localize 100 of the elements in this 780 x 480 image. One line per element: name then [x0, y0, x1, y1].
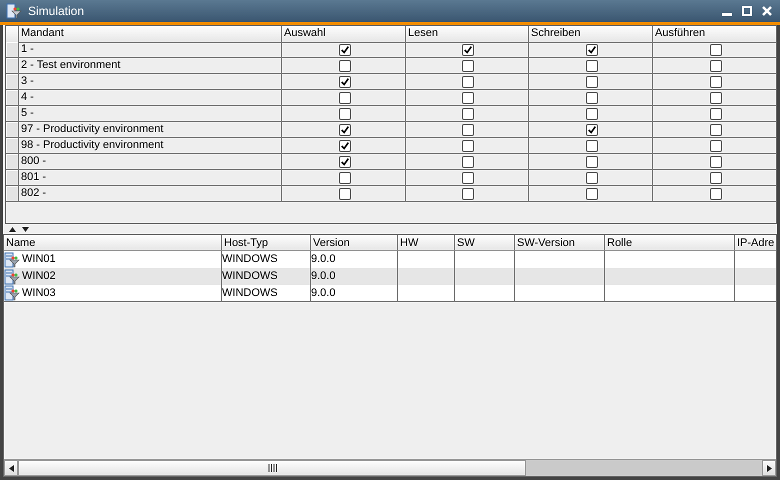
- checkbox[interactable]: [338, 76, 350, 88]
- table-cell: 9.0.0: [311, 251, 398, 268]
- right-arrow-icon: [766, 464, 772, 472]
- checkbox[interactable]: [710, 92, 722, 104]
- checkbox[interactable]: [338, 108, 350, 120]
- checkbox[interactable]: [462, 124, 474, 136]
- table-cell: 98 - Productivity environment: [19, 138, 282, 154]
- table-cell: WINDOWS: [222, 285, 311, 302]
- window-title: Simulation: [28, 4, 84, 18]
- table-cell: 5 -: [19, 106, 282, 122]
- table-cell-text: WIN03: [22, 286, 56, 300]
- column-header[interactable]: Lesen: [406, 26, 529, 43]
- collapse-up-icon[interactable]: [9, 226, 16, 232]
- scroll-left-button[interactable]: [4, 460, 18, 476]
- checkbox[interactable]: [710, 60, 722, 72]
- table-cell: [455, 285, 515, 302]
- row-header[interactable]: [6, 106, 19, 122]
- checkbox[interactable]: [462, 108, 474, 120]
- checkbox[interactable]: [586, 124, 598, 136]
- checkbox[interactable]: [462, 44, 474, 56]
- row-header[interactable]: [6, 138, 19, 154]
- table-cell: WINDOWS: [222, 251, 311, 268]
- checkbox[interactable]: [710, 108, 722, 120]
- column-header[interactable]: Ausführen: [653, 26, 776, 43]
- table-cell: 801 -: [19, 170, 282, 186]
- checkbox[interactable]: [338, 124, 350, 136]
- column-header[interactable]: Mandant: [19, 26, 282, 43]
- column-header[interactable]: Schreiben: [529, 26, 653, 43]
- checkbox[interactable]: [586, 140, 598, 152]
- checkbox[interactable]: [586, 188, 598, 200]
- checkbox[interactable]: [462, 92, 474, 104]
- grip-icon: [268, 464, 276, 472]
- checkbox[interactable]: [462, 172, 474, 184]
- checkbox[interactable]: [338, 44, 350, 56]
- table-cell: WINDOWS: [222, 268, 311, 285]
- row-header[interactable]: [6, 122, 19, 138]
- collapse-down-icon[interactable]: [22, 226, 29, 232]
- checkbox[interactable]: [338, 92, 350, 104]
- checkbox[interactable]: [338, 188, 350, 200]
- checkbox[interactable]: [586, 92, 598, 104]
- checkbox[interactable]: [710, 124, 722, 136]
- checkbox[interactable]: [338, 172, 350, 184]
- checkbox[interactable]: [710, 156, 722, 168]
- row-header[interactable]: [6, 74, 19, 90]
- checkbox[interactable]: [710, 140, 722, 152]
- server-icon: [4, 285, 20, 301]
- checkbox[interactable]: [338, 156, 350, 168]
- close-button[interactable]: [760, 4, 774, 18]
- table-cell: 97 - Productivity environment: [19, 122, 282, 138]
- checkbox[interactable]: [586, 76, 598, 88]
- table-cell-text: WIN01: [22, 252, 56, 267]
- column-header[interactable]: Version: [311, 235, 398, 251]
- checkbox[interactable]: [586, 172, 598, 184]
- checkbox[interactable]: [710, 172, 722, 184]
- table-cell: 9.0.0: [311, 285, 398, 302]
- horizontal-scrollbar[interactable]: [4, 459, 776, 476]
- table-cell-text: WIN02: [22, 269, 56, 284]
- checkbox[interactable]: [462, 76, 474, 88]
- column-header[interactable]: Name: [4, 235, 222, 251]
- server-icon: [4, 268, 20, 284]
- checkbox[interactable]: [462, 140, 474, 152]
- checkbox[interactable]: [586, 108, 598, 120]
- column-header[interactable]: Auswahl: [282, 26, 406, 43]
- table-cell: 4 -: [19, 90, 282, 106]
- scroll-thumb[interactable]: [18, 460, 526, 476]
- checkbox[interactable]: [710, 44, 722, 56]
- left-arrow-icon: [8, 464, 14, 472]
- maximize-icon: [742, 6, 752, 16]
- checkbox[interactable]: [586, 44, 598, 56]
- checkbox[interactable]: [462, 60, 474, 72]
- checkbox[interactable]: [338, 60, 350, 72]
- checkbox[interactable]: [710, 188, 722, 200]
- table-cell: [398, 268, 455, 285]
- column-header[interactable]: IP-Adre: [735, 235, 776, 251]
- row-header[interactable]: [6, 186, 19, 202]
- table-cell: [455, 251, 515, 268]
- column-header[interactable]: Rolle: [605, 235, 735, 251]
- table-cell: 2 - Test environment: [19, 58, 282, 74]
- checkbox[interactable]: [710, 76, 722, 88]
- column-header[interactable]: Host-Typ: [222, 235, 311, 251]
- row-header[interactable]: [6, 170, 19, 186]
- minimize-icon: [722, 13, 732, 16]
- maximize-button[interactable]: [740, 4, 754, 18]
- row-header[interactable]: [6, 90, 19, 106]
- checkbox[interactable]: [338, 140, 350, 152]
- row-header[interactable]: [6, 42, 19, 58]
- checkbox[interactable]: [462, 156, 474, 168]
- checkbox[interactable]: [586, 60, 598, 72]
- row-header[interactable]: [6, 58, 19, 74]
- column-header[interactable]: SW-Version: [515, 235, 605, 251]
- checkbox[interactable]: [586, 156, 598, 168]
- table-cell: 1 -: [19, 42, 282, 58]
- row-header[interactable]: [6, 154, 19, 170]
- checkbox[interactable]: [462, 188, 474, 200]
- column-header[interactable]: SW: [455, 235, 515, 251]
- scroll-right-button[interactable]: [762, 460, 776, 476]
- table-cell: [735, 285, 776, 302]
- table-cell: 802 -: [19, 186, 282, 202]
- column-header[interactable]: HW: [398, 235, 455, 251]
- table-cell: 800 -: [19, 154, 282, 170]
